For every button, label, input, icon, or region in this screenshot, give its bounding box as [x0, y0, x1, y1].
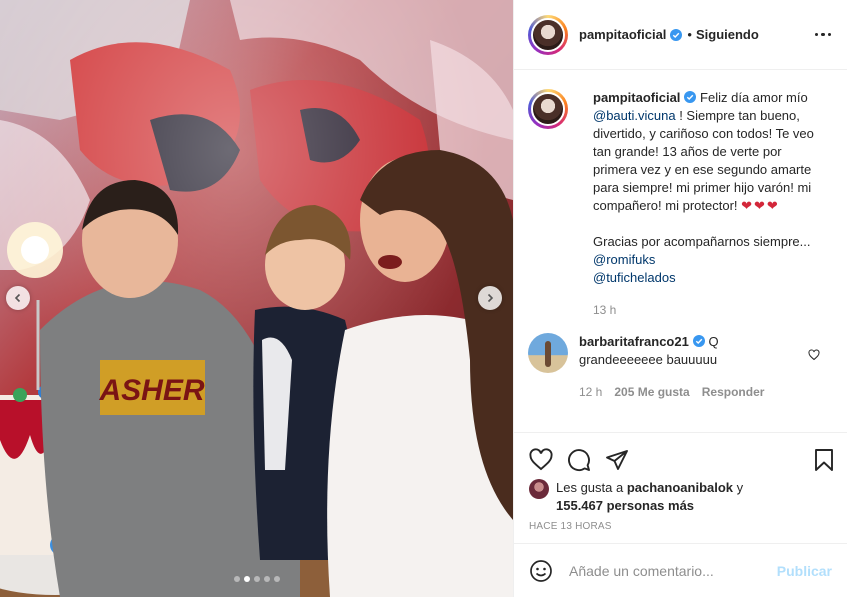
instagram-post: ASHER pampitaoficial • Siguiendo pampita…	[0, 0, 847, 597]
avatar-image	[531, 17, 565, 52]
carousel-indicator	[0, 576, 513, 582]
verified-badge-icon	[670, 28, 683, 41]
verified-badge-icon	[684, 91, 697, 103]
action-bar	[514, 433, 847, 477]
post-header: pampitaoficial • Siguiendo	[514, 0, 847, 70]
post-media[interactable]: ASHER	[0, 0, 513, 597]
more-options-icon[interactable]	[814, 32, 831, 37]
likes-text: Les gusta a pachanoanibalok y 155.467 pe…	[556, 479, 743, 515]
comment-item: barbaritafranco21 Q grandeeeeeee bauuuuu…	[514, 333, 847, 401]
mention-link[interactable]: @romifuks	[593, 251, 819, 269]
liker-username[interactable]: pachanoanibalok	[627, 480, 733, 495]
emoji-smiley-icon[interactable]	[529, 559, 553, 583]
caption-thanks-text: Gracias por acompañarnos siempre...	[593, 234, 811, 249]
save-bookmark-icon[interactable]	[812, 448, 836, 472]
chevron-right-icon	[487, 293, 494, 303]
likes-count[interactable]: 155.467 personas más	[556, 498, 694, 513]
carousel-dot-active	[243, 576, 250, 582]
carousel-dot	[263, 576, 270, 582]
publish-button[interactable]: Publicar	[777, 563, 832, 579]
add-comment-bar: Publicar	[514, 543, 847, 597]
red-heart-emojis: ❤❤❤	[741, 198, 780, 213]
caption-author-avatar[interactable]	[528, 89, 568, 129]
mention-link[interactable]: @tufichelados	[593, 269, 819, 287]
comments-section[interactable]: pampitaoficial Feliz día amor mío @bauti…	[514, 71, 847, 432]
mention-link[interactable]: @bauti.vicuna	[593, 108, 676, 123]
comment-body: barbaritafranco21 Q grandeeeeeee bauuuuu…	[579, 333, 805, 401]
reply-button[interactable]: Responder	[702, 383, 765, 401]
post-caption: pampitaoficial Feliz día amor mío @bauti…	[514, 71, 847, 319]
avatar-image	[531, 92, 565, 126]
comment-meta: 12 h 205 Me gusta Responder	[579, 383, 805, 401]
commenter-avatar[interactable]	[528, 333, 568, 373]
svg-text:ASHER: ASHER	[98, 374, 204, 407]
author-avatar[interactable]	[528, 14, 568, 55]
caption-text: ! Siempre tan bueno, divertido, y cariño…	[593, 108, 814, 213]
comment-username[interactable]: barbaritafranco21	[579, 334, 689, 349]
like-heart-icon[interactable]	[529, 448, 553, 472]
caption-time[interactable]: 13 h	[593, 301, 616, 319]
header-separator: •	[687, 27, 692, 42]
caption-body: pampitaoficial Feliz día amor mío @bauti…	[593, 89, 819, 319]
likes-middle: y	[733, 480, 744, 495]
caption-text: Feliz día amor mío	[700, 90, 808, 105]
comment-time[interactable]: 12 h	[579, 383, 602, 401]
verified-badge-icon	[692, 335, 705, 347]
likes-summary: Les gusta a pachanoanibalok y 155.467 pe…	[514, 479, 847, 515]
carousel-dot	[233, 576, 240, 582]
comment-like-heart-icon[interactable]	[808, 349, 820, 361]
carousel-previous-button[interactable]	[6, 286, 30, 310]
comment-likes[interactable]: 205 Me gusta	[614, 383, 689, 401]
caption-meta: 13 h	[593, 301, 819, 319]
following-button[interactable]: Siguiendo	[696, 27, 759, 42]
carousel-dot	[253, 576, 260, 582]
likes-prefix: Les gusta a	[556, 480, 627, 495]
comment-bubble-icon[interactable]	[567, 448, 591, 472]
share-paper-plane-icon[interactable]	[605, 448, 629, 472]
post-photo: ASHER	[0, 0, 513, 597]
post-side-panel: pampitaoficial • Siguiendo pampitaoficia…	[513, 0, 847, 597]
post-actions-area: Les gusta a pachanoanibalok y 155.467 pe…	[514, 432, 847, 541]
carousel-next-button[interactable]	[478, 286, 502, 310]
post-timestamp[interactable]: HACE 13 HORAS	[514, 515, 847, 532]
carousel-dot	[273, 576, 280, 582]
chevron-left-icon	[14, 293, 21, 303]
liker-avatar[interactable]	[529, 479, 549, 499]
author-username[interactable]: pampitaoficial	[579, 27, 666, 42]
caption-username[interactable]: pampitaoficial	[593, 90, 680, 105]
comment-input[interactable]	[569, 562, 769, 579]
